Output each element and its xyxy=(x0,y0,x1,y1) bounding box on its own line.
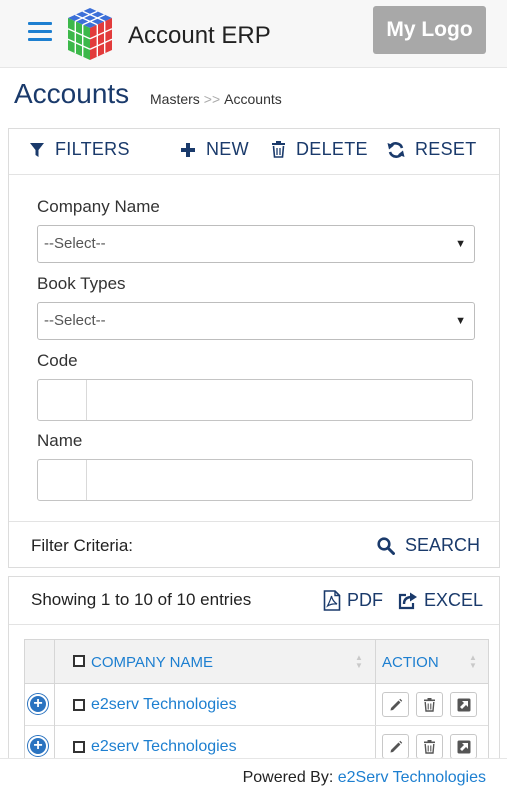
select-all-checkbox[interactable] xyxy=(73,655,85,667)
book-types-label: Book Types xyxy=(37,274,126,293)
breadcrumb: Masters >> Accounts xyxy=(150,91,282,107)
dropdown-arrow-icon: ▼ xyxy=(455,315,466,327)
export-icon xyxy=(398,592,417,609)
filter-panel: FILTERS NEW DELETE RESET Company Name --… xyxy=(8,128,500,568)
row-checkbox[interactable] xyxy=(73,741,85,753)
company-name-link[interactable]: e2serv Technologies xyxy=(91,738,237,756)
app-cube-icon xyxy=(67,8,113,60)
delete-row-button[interactable] xyxy=(416,692,443,717)
sort-icon[interactable]: ▲ ▼ xyxy=(469,654,479,670)
search-label: SEARCH xyxy=(405,535,481,555)
expand-icon[interactable]: + xyxy=(28,736,48,756)
edit-icon xyxy=(390,698,402,710)
delete-button[interactable]: DELETE xyxy=(271,139,368,160)
reset-label: RESET xyxy=(415,139,477,159)
company-name-link[interactable]: e2serv Technologies xyxy=(91,696,237,714)
new-label: NEW xyxy=(206,139,249,159)
accounts-table: COMPANY NAME ▲ ▼ ACTION ▲ ▼ + e2serv Techn… xyxy=(24,639,489,767)
edit-button[interactable] xyxy=(382,734,409,759)
filter-criteria-label: Filter Criteria: xyxy=(31,536,134,555)
company-name-select[interactable]: --Select-- ▼ xyxy=(37,225,475,263)
open-button[interactable] xyxy=(450,734,477,759)
name-input[interactable] xyxy=(37,459,473,501)
open-icon xyxy=(457,740,470,753)
table-header: COMPANY NAME ▲ ▼ ACTION ▲ ▼ xyxy=(25,640,488,684)
filters-button[interactable]: FILTERS xyxy=(29,139,130,160)
row-checkbox[interactable] xyxy=(73,699,85,711)
expand-icon[interactable]: + xyxy=(28,694,48,714)
plus-icon xyxy=(181,142,195,157)
refresh-icon xyxy=(387,141,405,158)
trash-icon xyxy=(272,141,285,158)
search-button[interactable]: SEARCH xyxy=(377,535,480,556)
pdf-icon xyxy=(323,590,341,611)
filter-toolbar: FILTERS NEW DELETE RESET xyxy=(9,129,499,175)
open-icon xyxy=(457,698,470,711)
search-icon xyxy=(377,536,395,555)
filter-icon xyxy=(30,142,44,157)
book-types-select-value: --Select-- xyxy=(44,312,106,329)
new-button[interactable]: NEW xyxy=(180,139,249,160)
excel-button[interactable]: EXCEL xyxy=(398,590,483,611)
results-header: Showing 1 to 10 of 10 entries PDF EXCEL xyxy=(9,577,499,625)
delete-icon xyxy=(424,739,435,754)
dropdown-arrow-icon: ▼ xyxy=(455,238,466,250)
delete-icon xyxy=(424,697,435,712)
column-header-action: ACTION xyxy=(382,654,439,671)
delete-label: DELETE xyxy=(296,139,368,159)
excel-label: EXCEL xyxy=(424,590,484,610)
entries-summary: Showing 1 to 10 of 10 entries xyxy=(31,590,252,609)
pdf-label: PDF xyxy=(347,590,383,610)
powered-by-label: Powered By: xyxy=(242,769,334,786)
app-title: Account ERP xyxy=(128,22,271,49)
pdf-button[interactable]: PDF xyxy=(323,590,383,611)
edit-button[interactable] xyxy=(382,692,409,717)
table-row: + e2serv Technologies xyxy=(25,684,488,726)
filter-criteria-bar: Filter Criteria: SEARCH xyxy=(9,521,499,567)
page-title: Accounts xyxy=(14,78,130,109)
book-types-select[interactable]: --Select-- ▼ xyxy=(37,302,475,340)
footer-text: Powered By: e2Serv Technologies xyxy=(243,769,486,787)
code-label: Code xyxy=(37,351,78,370)
breadcrumb-item-accounts: Accounts xyxy=(224,91,282,107)
footer: Powered By: e2Serv Technologies xyxy=(0,758,507,800)
company-name-label: Company Name xyxy=(37,197,160,216)
menu-icon[interactable] xyxy=(28,22,52,44)
filters-label: FILTERS xyxy=(55,139,130,159)
breadcrumb-separator: >> xyxy=(203,91,221,107)
code-input[interactable] xyxy=(37,379,473,421)
results-panel: Showing 1 to 10 of 10 entries PDF EXCEL … xyxy=(8,576,500,767)
company-link[interactable]: e2Serv Technologies xyxy=(338,769,486,786)
edit-icon xyxy=(390,740,402,752)
column-header-company-name[interactable]: COMPANY NAME xyxy=(91,654,213,671)
brand-logo: My Logo xyxy=(373,6,486,54)
sort-icon[interactable]: ▲ ▼ xyxy=(355,654,365,670)
top-bar: Account ERP My Logo xyxy=(0,0,507,68)
breadcrumb-item-masters[interactable]: Masters xyxy=(150,91,200,107)
name-label: Name xyxy=(37,431,83,450)
company-name-select-value: --Select-- xyxy=(44,235,106,252)
open-button[interactable] xyxy=(450,692,477,717)
reset-button[interactable]: RESET xyxy=(387,139,477,160)
expand-column-header xyxy=(25,640,55,684)
delete-row-button[interactable] xyxy=(416,734,443,759)
